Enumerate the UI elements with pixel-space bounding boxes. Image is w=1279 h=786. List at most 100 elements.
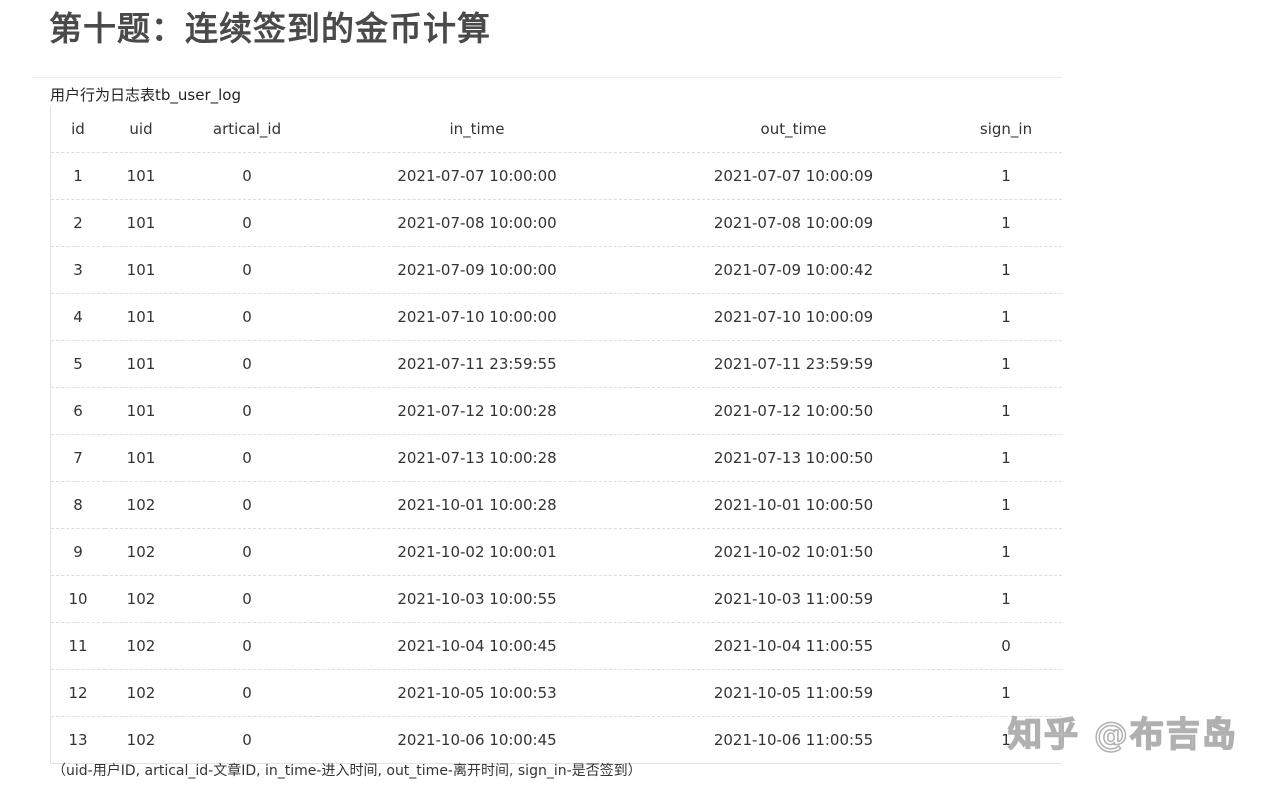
cell-in-time: 2021-07-07 10:00:00 [317,152,637,200]
table-row: 11 102 0 2021-10-04 10:00:45 2021-10-04 11:0… [51,622,1062,670]
cell-artical-id: 0 [177,434,317,482]
table-row: 10 102 0 2021-10-03 10:00:55 2021-10-03 11:0… [51,575,1062,623]
table-row: 7 101 0 2021-07-13 10:00:28 2021-07-13 10:00… [51,434,1062,482]
cell-id: 7 [51,434,105,482]
cell-out-time: 2021-10-06 11:00:55 [713,731,874,749]
cell-uid: 101 [105,340,177,388]
page-title: 第十题：连续签到的金币计算 [49,9,491,48]
cell-sign-in: 1 [950,528,1062,576]
cell-uid: 102 [105,622,177,670]
cell-in-time: 2021-07-12 10:00:28 [317,387,637,435]
column-header: in_time [317,106,637,153]
cell-uid: 101 [105,387,177,435]
table-row: 1 101 0 2021-07-07 10:00:00 2021-07-07 10:00… [51,152,1062,200]
cell-artical-id: 0 [177,340,317,388]
cell-artical-id: 0 [177,669,317,717]
cell-out-time: 2021-07-12 10:00:50 [637,387,950,435]
cell-in-time: 2021-10-02 10:00:01 [317,528,637,576]
cell-out-time: 2021-10-02 10:01:50 [637,528,950,576]
cell-id: 4 [51,293,105,341]
cell-id: 11 [51,622,105,670]
table-row: 3 101 0 2021-07-09 10:00:00 2021-07-09 10:00… [51,246,1062,294]
column-header: sign_in [950,106,1062,153]
column-header: artical_id [177,106,317,153]
cell-sign-in: 0 [950,622,1062,670]
table-footnote: （uid-用户ID, artical_id-文章ID, in_time-进入时间… [52,763,642,779]
cell-in-time: 2021-10-01 10:00:28 [317,481,637,529]
cell-sign-in: 1 [950,199,1062,247]
table-row: 9 102 0 2021-10-02 10:00:01 2021-10-02 10:01… [51,528,1062,576]
cell-id: 12 [51,669,105,717]
table-row: 8 102 0 2021-10-01 10:00:28 2021-10-01 10:00… [51,481,1062,529]
cell-sign-in: 1 [950,669,1062,717]
cell-in-time: 2021-07-08 10:00:00 [317,199,637,247]
cell-id: 1 [51,152,105,200]
table-row: 13 102 0 2021-10-06 10:00:45 2021-10-06 11:0… [51,717,1062,764]
cell-sign-in: 1 [950,481,1062,529]
cell-artical-id: 0 [177,622,317,670]
table-row: 2 101 0 2021-07-08 10:00:00 2021-07-08 10:00… [51,199,1062,247]
cell-out-time: 2021-07-08 10:00:09 [637,199,950,247]
table-row: 4 101 0 2021-07-10 10:00:00 2021-07-10 10:00… [51,293,1062,341]
cell-out-time: 2021-10-04 11:00:55 [637,622,950,670]
cell-sign-in: 1 [950,340,1062,388]
cell-uid: 102 [105,481,177,529]
cell-in-time: 2021-07-10 10:00:00 [317,293,637,341]
cell-out-time: 2021-07-13 10:00:50 [637,434,950,482]
cell-id: 2 [51,199,105,247]
cell-uid: 102 [105,575,177,623]
cell-id: 13 [68,731,88,749]
cell-id: 8 [51,481,105,529]
cell-in-time: 2021-10-03 10:00:55 [317,575,637,623]
cell-in-time: 2021-10-06 10:00:45 [397,731,557,749]
cell-in-time: 2021-07-11 23:59:55 [317,340,637,388]
cell-artical-id: 0 [177,152,317,200]
table-row: 5 101 0 2021-07-11 23:59:55 2021-07-11 23:59… [51,340,1062,388]
cell-out-time: 2021-10-03 11:00:59 [637,575,950,623]
table-caption: 用户行为日志表tb_user_log [50,86,241,104]
cell-out-time: 2021-07-09 10:00:42 [637,246,950,294]
cell-sign-in: 1 [950,575,1062,623]
cell-sign-in: 1 [950,152,1062,200]
cell-uid: 101 [105,199,177,247]
cell-artical-id: 0 [177,387,317,435]
cell-artical-id: 0 [242,731,252,749]
cell-id: 9 [51,528,105,576]
table-row: 6 101 0 2021-07-12 10:00:28 2021-07-12 10:00… [51,387,1062,435]
cell-sign-in: 1 [950,387,1062,435]
table-row: 12 102 0 2021-10-05 10:00:53 2021-10-05 11:0… [51,669,1062,717]
table-body: 1 101 0 2021-07-07 10:00:00 2021-07-07 10:00… [51,152,1062,764]
cell-uid: 102 [105,528,177,576]
cell-in-time: 2021-07-09 10:00:00 [317,246,637,294]
cell-out-time: 2021-07-07 10:00:09 [637,152,950,200]
cell-uid: 101 [105,152,177,200]
cell-sign-in: 1 [950,434,1062,482]
cell-artical-id: 0 [177,575,317,623]
cell-sign-in: 1 [950,293,1062,341]
watermark: 知乎 @布吉岛 [1007,714,1238,756]
cell-artical-id: 0 [177,199,317,247]
cell-id: 10 [51,575,105,623]
divider [32,77,1062,78]
cell-in-time: 2021-10-04 10:00:45 [317,622,637,670]
cell-out-time: 2021-07-10 10:00:09 [637,293,950,341]
cell-sign-in: 1 [950,246,1062,294]
cell-artical-id: 0 [177,481,317,529]
cell-id: 3 [51,246,105,294]
user-log-table: id uid artical_id in_time out_time sign_… [50,106,1062,764]
table-header-row: id uid artical_id in_time out_time sign_… [51,106,1062,153]
cell-out-time: 2021-10-01 10:00:50 [637,481,950,529]
cell-in-time: 2021-07-13 10:00:28 [317,434,637,482]
cell-id: 5 [51,340,105,388]
cell-artical-id: 0 [177,528,317,576]
column-header: uid [105,106,177,153]
column-header: out_time [637,106,950,153]
cell-id: 6 [51,387,105,435]
cell-uid: 101 [105,246,177,294]
cell-uid: 101 [105,434,177,482]
cell-artical-id: 0 [177,246,317,294]
cell-out-time: 2021-07-11 23:59:59 [637,340,950,388]
cell-out-time: 2021-10-05 11:00:59 [637,669,950,717]
cell-uid: 102 [126,731,156,749]
cell-artical-id: 0 [177,293,317,341]
